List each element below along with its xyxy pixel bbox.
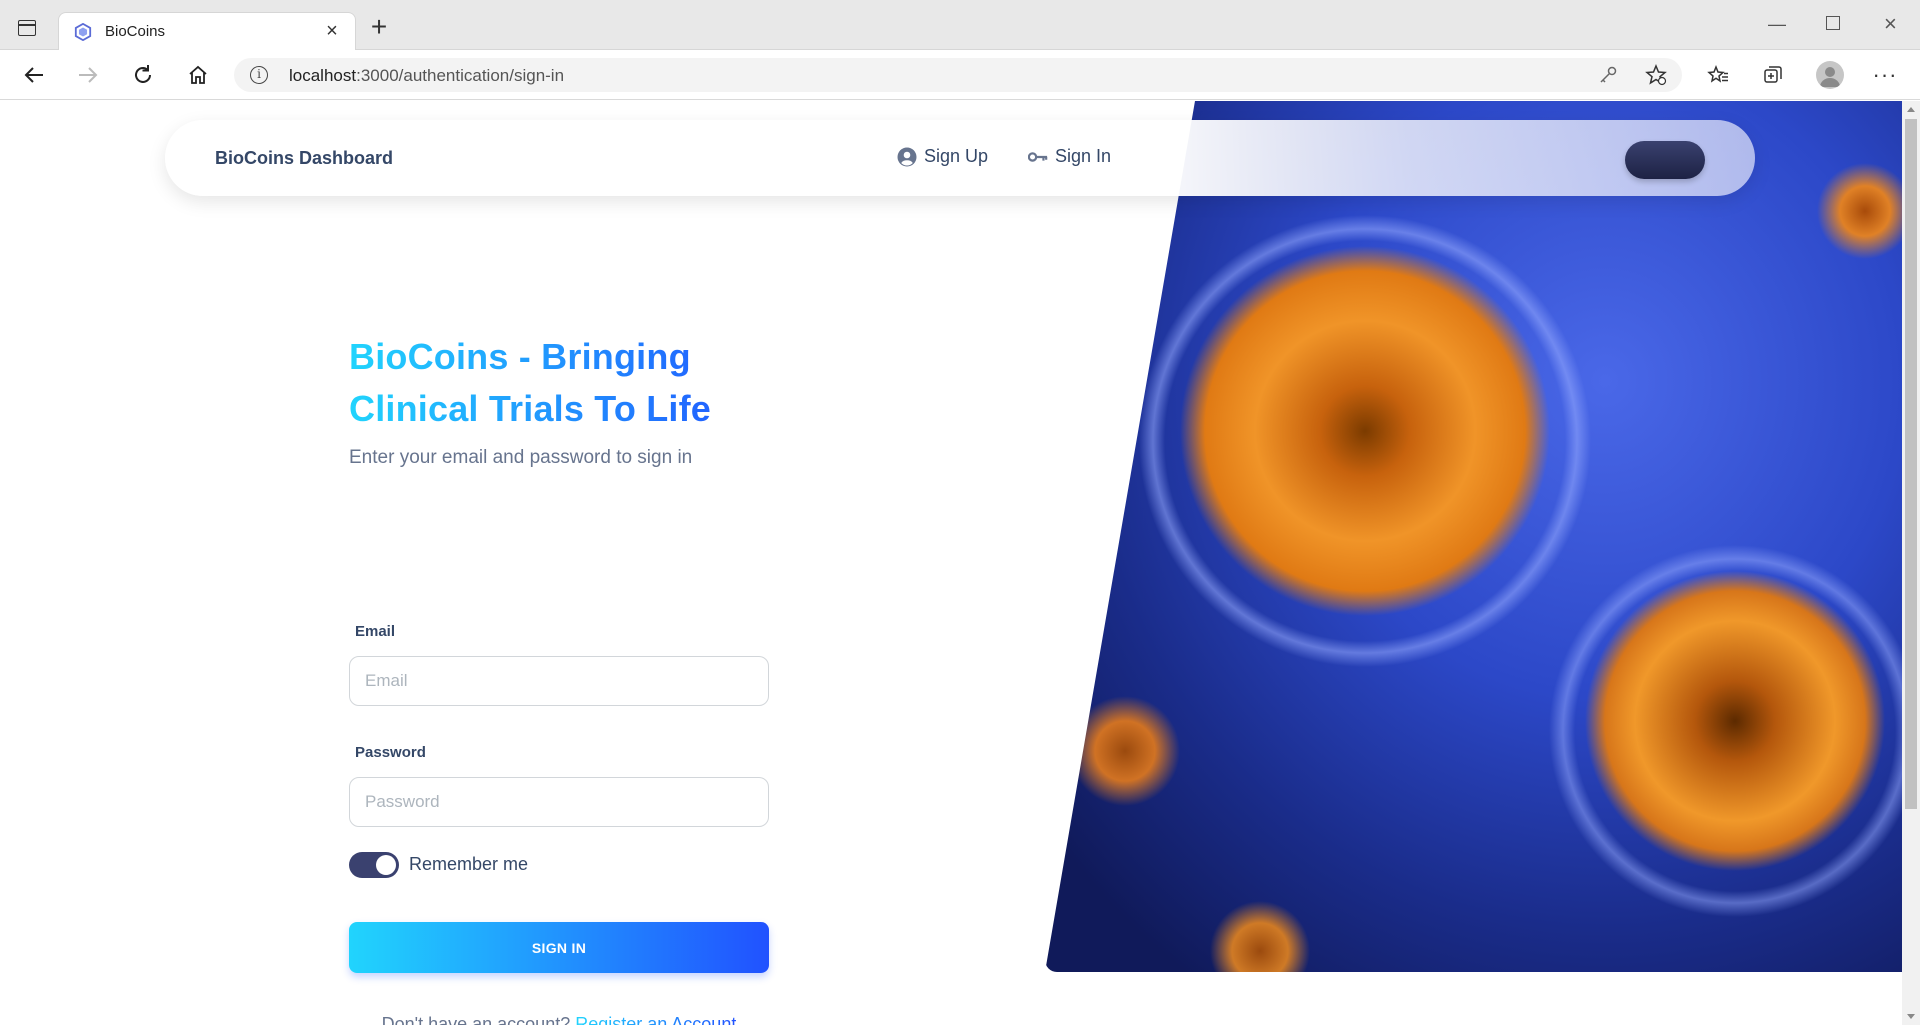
profile-avatar-icon[interactable] — [1816, 61, 1844, 89]
nav-sign-up[interactable]: Sign Up — [897, 146, 988, 167]
collections-icon[interactable] — [1761, 63, 1785, 87]
form-fields: Email Password Remember me SIGN IN Don't… — [349, 331, 769, 1025]
tab-actions-icon[interactable] — [18, 20, 36, 36]
tab-title: BioCoins — [105, 23, 166, 40]
browser-toolbar: i localhost:3000/authentication/sign-in … — [0, 50, 1920, 100]
user-circle-icon — [897, 147, 917, 167]
page-scrollbar[interactable] — [1902, 101, 1920, 1025]
remember-me-label[interactable]: Remember me — [409, 854, 528, 875]
minimize-icon[interactable]: — — [1768, 14, 1786, 35]
key-icon — [1028, 147, 1048, 167]
biocoins-favicon-icon — [74, 23, 92, 41]
add-favorite-icon[interactable] — [1644, 63, 1668, 87]
favorites-icon[interactable] — [1706, 63, 1730, 87]
reload-icon[interactable] — [130, 62, 156, 88]
password-key-icon[interactable] — [1596, 63, 1620, 87]
remember-me-toggle[interactable] — [349, 852, 399, 878]
email-label: Email — [355, 623, 396, 640]
hero-cell-image — [1045, 101, 1902, 972]
scroll-down-icon[interactable] — [1907, 1014, 1915, 1019]
navbar-action-button[interactable] — [1625, 141, 1705, 179]
browser-tab-strip: BioCoins × + — × — [0, 0, 1920, 51]
maximize-icon[interactable] — [1826, 16, 1840, 30]
back-icon[interactable] — [21, 62, 47, 88]
nav-sign-up-label: Sign Up — [924, 146, 989, 166]
close-window-icon[interactable]: × — [1884, 11, 1897, 37]
home-icon[interactable] — [185, 62, 211, 88]
sign-in-button[interactable]: SIGN IN — [349, 922, 769, 973]
register-prompt-line: Don't have an account? Register an Accou… — [349, 1014, 769, 1025]
scroll-up-icon[interactable] — [1907, 107, 1915, 112]
new-tab-icon[interactable]: + — [366, 13, 392, 41]
sign-in-page: BioCoins Dashboard Sign Up Sign In BioCo… — [0, 101, 1902, 1025]
brand-title[interactable]: BioCoins Dashboard — [215, 148, 393, 169]
scrollbar-thumb[interactable] — [1905, 119, 1917, 809]
url-path: :3000/authentication/sign-in — [356, 66, 565, 85]
top-navbar: BioCoins Dashboard Sign Up Sign In — [165, 120, 1755, 196]
close-tab-icon[interactable]: × — [321, 20, 343, 42]
register-prompt-text: Don't have an account? — [381, 1014, 571, 1025]
more-menu-icon[interactable]: ··· — [1873, 62, 1897, 87]
toggle-knob — [376, 855, 396, 875]
url-text: localhost:3000/authentication/sign-in — [289, 66, 564, 86]
email-field[interactable] — [349, 656, 769, 706]
site-info-icon[interactable]: i — [250, 66, 268, 84]
nav-sign-in-label: Sign In — [1055, 146, 1112, 166]
url-host: localhost — [289, 66, 357, 85]
forward-icon[interactable] — [75, 62, 101, 88]
hero-overlay — [1045, 101, 1902, 972]
password-field[interactable] — [349, 777, 769, 827]
password-label: Password — [355, 744, 426, 761]
sign-in-form: BioCoins - Bringing Clinical Trials To L… — [349, 331, 769, 1025]
address-bar[interactable]: i localhost:3000/authentication/sign-in — [234, 58, 1682, 92]
nav-sign-in[interactable]: Sign In — [1028, 146, 1111, 167]
browser-tab[interactable]: BioCoins × — [58, 12, 356, 51]
register-account-link[interactable]: Register an Account — [575, 1014, 736, 1025]
